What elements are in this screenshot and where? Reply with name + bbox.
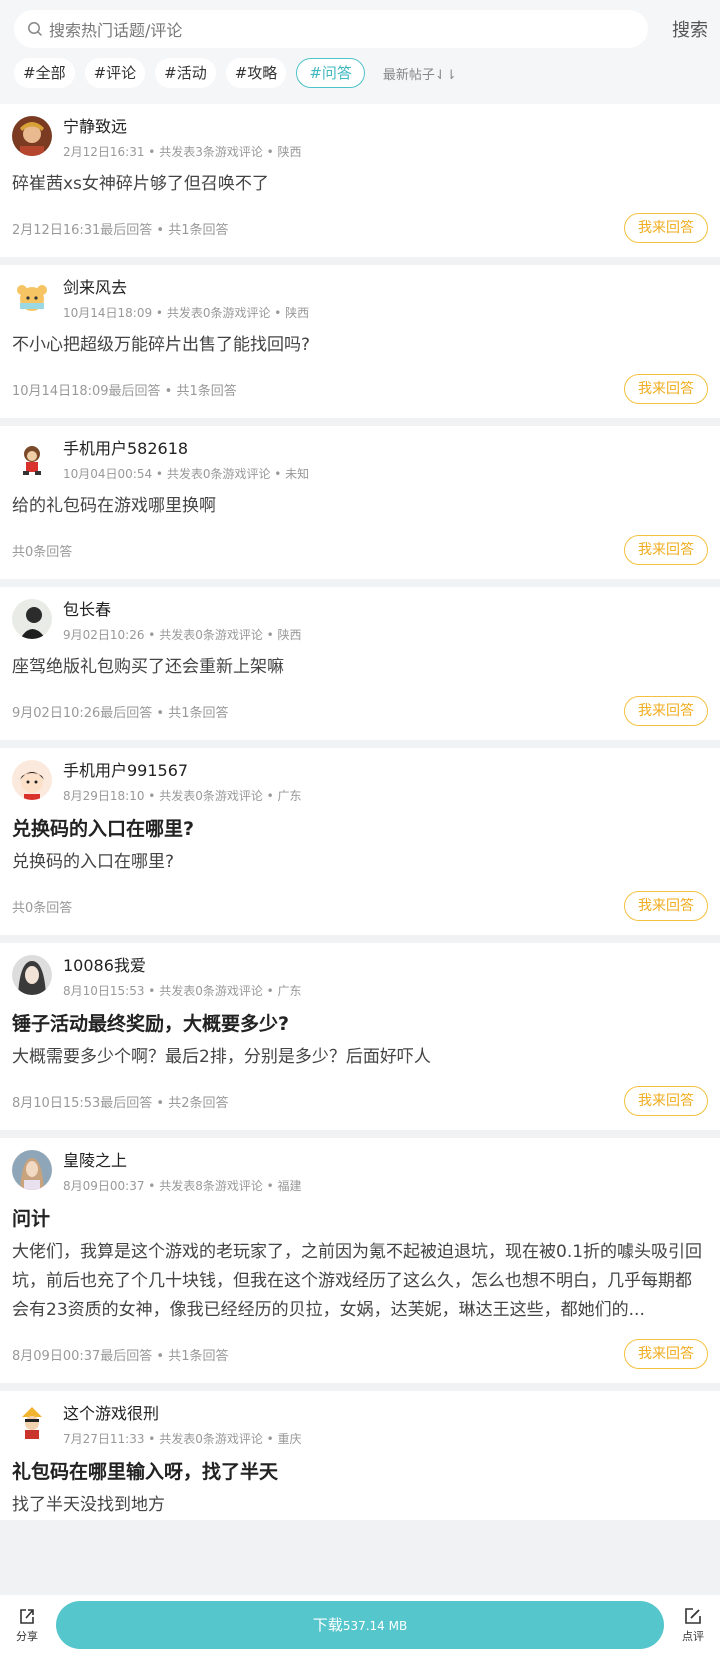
post-content: 座驾绝版礼包购买了还会重新上架嘛 xyxy=(12,657,284,677)
tag-bar: #全部 #评论 #活动 #攻略 #问答 最新帖子⇃⇂ xyxy=(14,57,708,89)
avatar[interactable] xyxy=(12,1403,52,1443)
tag-activity[interactable]: #活动 xyxy=(155,58,216,88)
answer-button[interactable]: 我来回答 xyxy=(624,1339,708,1369)
search-placeholder: 搜索热门话题/评论 xyxy=(49,21,183,40)
post-content: 给的礼包码在游戏哪里换啊 xyxy=(12,496,216,516)
username[interactable]: 包长春 xyxy=(63,600,302,620)
tag-qa[interactable]: #问答 xyxy=(296,58,365,88)
post-item[interactable]: 10086我爱 8月10日15:53 • 共发表0条游戏评论 • 广东 锤子活动… xyxy=(0,943,720,1130)
edit-icon xyxy=(685,1608,701,1624)
post-meta: 8月09日00:37 • 共发表8条游戏评论 • 福建 xyxy=(63,1179,302,1193)
avatar[interactable] xyxy=(12,438,52,478)
post-meta: 2月12日16:31 • 共发表3条游戏评论 • 陕西 xyxy=(63,145,302,159)
username[interactable]: 这个游戏很刑 xyxy=(63,1404,302,1424)
post-footer-info: 8月09日00:37最后回答 • 共1条回答 xyxy=(12,1348,229,1364)
post-item[interactable]: 这个游戏很刑 7月27日11:33 • 共发表0条游戏评论 • 重庆 礼包码在哪… xyxy=(0,1391,720,1520)
post-footer-info: 共0条回答 xyxy=(12,900,73,916)
username[interactable]: 皇陵之上 xyxy=(63,1151,302,1171)
answer-button[interactable]: 我来回答 xyxy=(624,374,708,404)
share-icon xyxy=(20,1609,34,1624)
post-footer-info: 共0条回答 xyxy=(12,544,73,560)
post-meta: 9月02日10:26 • 共发表0条游戏评论 • 陕西 xyxy=(63,628,302,642)
post-title: 问计 xyxy=(12,1208,51,1230)
post-meta: 10月14日18:09 • 共发表0条游戏评论 • 陕西 xyxy=(63,306,310,320)
post-title: 礼包码在哪里输入呀，找了半天 xyxy=(12,1461,279,1483)
username[interactable]: 手机用户582618 xyxy=(63,439,309,459)
post-content: 碎崔茜xs女神碎片够了但召唤不了 xyxy=(12,174,269,194)
post-meta: 10月04日00:54 • 共发表0条游戏评论 • 未知 xyxy=(63,467,310,481)
post-meta: 8月29日18:10 • 共发表0条游戏评论 • 广东 xyxy=(63,789,302,803)
top-area: 搜索热门话题/评论 搜索 #全部 #评论 #活动 #攻略 #问答 最新帖子⇃⇂ xyxy=(0,0,720,104)
post-footer-info: 10月14日18:09最后回答 • 共1条回答 xyxy=(12,383,237,399)
post-title: 锤子活动最终奖励，大概要多少? xyxy=(12,1013,290,1035)
post-footer-info: 2月12日16:31最后回答 • 共1条回答 xyxy=(12,222,229,238)
avatar[interactable] xyxy=(12,277,52,317)
share-button[interactable]: 分享 xyxy=(12,1606,42,1644)
post-item[interactable]: 剑来风去 10月14日18:09 • 共发表0条游戏评论 • 陕西 不小心把超级… xyxy=(0,265,720,418)
post-footer-info: 8月10日15:53最后回答 • 共2条回答 xyxy=(12,1095,229,1111)
download-label: 下载 xyxy=(312,1616,343,1634)
post-title: 兑换码的入口在哪里? xyxy=(12,818,195,840)
avatar[interactable] xyxy=(12,116,52,156)
avatar[interactable] xyxy=(12,955,52,995)
post-item[interactable]: 宁静致远 2月12日16:31 • 共发表3条游戏评论 • 陕西 碎崔茜xs女神… xyxy=(0,104,720,257)
avatar[interactable] xyxy=(12,599,52,639)
search-button[interactable]: 搜索 xyxy=(648,16,708,42)
review-label: 点评 xyxy=(682,1630,704,1643)
answer-button[interactable]: 我来回答 xyxy=(624,213,708,243)
post-meta: 7月27日11:33 • 共发表0条游戏评论 • 重庆 xyxy=(63,1432,302,1446)
download-size: 537.14 MB xyxy=(342,1619,408,1633)
answer-button[interactable]: 我来回答 xyxy=(624,1086,708,1116)
answer-button[interactable]: 我来回答 xyxy=(624,535,708,565)
post-meta: 8月10日15:53 • 共发表0条游戏评论 • 广东 xyxy=(63,984,302,998)
tag-review[interactable]: #评论 xyxy=(84,58,146,88)
post-item[interactable]: 包长春 9月02日10:26 • 共发表0条游戏评论 • 陕西 座驾绝版礼包购买… xyxy=(0,587,720,740)
post-content: 不小心把超级万能碎片出售了能找回吗? xyxy=(12,335,311,355)
sort-dropdown[interactable]: 最新帖子⇃⇂ xyxy=(383,64,457,83)
post-content: 大佬们，我算是这个游戏的老玩家了，之前因为氪不起被迫退坑，现在被0.1折的噱头吸… xyxy=(12,1242,703,1320)
post-item[interactable]: 手机用户582618 10月04日00:54 • 共发表0条游戏评论 • 未知 … xyxy=(0,426,720,579)
post-content: 找了半天没找到地方 xyxy=(12,1495,165,1515)
share-label: 分享 xyxy=(16,1630,38,1643)
search-row: 搜索热门话题/评论 搜索 xyxy=(14,10,708,48)
answer-button[interactable]: 我来回答 xyxy=(624,891,708,921)
tag-guide[interactable]: #攻略 xyxy=(225,58,287,88)
answer-button[interactable]: 我来回答 xyxy=(624,696,708,726)
tag-all[interactable]: #全部 xyxy=(14,58,75,88)
username[interactable]: 宁静致远 xyxy=(63,117,302,137)
download-button[interactable]: 下载537.14 MB xyxy=(56,1601,664,1649)
post-list: 宁静致远 2月12日16:31 • 共发表3条游戏评论 • 陕西 碎崔茜xs女神… xyxy=(0,104,720,1520)
search-icon xyxy=(28,22,43,37)
username[interactable]: 剑来风去 xyxy=(63,278,309,298)
username[interactable]: 手机用户991567 xyxy=(63,761,302,781)
search-input[interactable]: 搜索热门话题/评论 xyxy=(14,10,648,48)
post-item[interactable]: 皇陵之上 8月09日00:37 • 共发表8条游戏评论 • 福建 问计 大佬们，… xyxy=(0,1138,720,1383)
post-footer-info: 9月02日10:26最后回答 • 共1条回答 xyxy=(12,705,229,721)
username[interactable]: 10086我爱 xyxy=(63,956,302,976)
review-button[interactable]: 点评 xyxy=(678,1606,708,1644)
avatar[interactable] xyxy=(12,1150,52,1190)
avatar[interactable] xyxy=(12,760,52,800)
post-item[interactable]: 手机用户991567 8月29日18:10 • 共发表0条游戏评论 • 广东 兑… xyxy=(0,748,720,935)
post-content: 兑换码的入口在哪里? xyxy=(12,852,175,872)
post-content: 大概需要多少个啊？最后2排，分别是多少？后面好吓人 xyxy=(12,1047,431,1067)
bottom-bar: 分享 下载537.14 MB 点评 xyxy=(0,1595,720,1655)
